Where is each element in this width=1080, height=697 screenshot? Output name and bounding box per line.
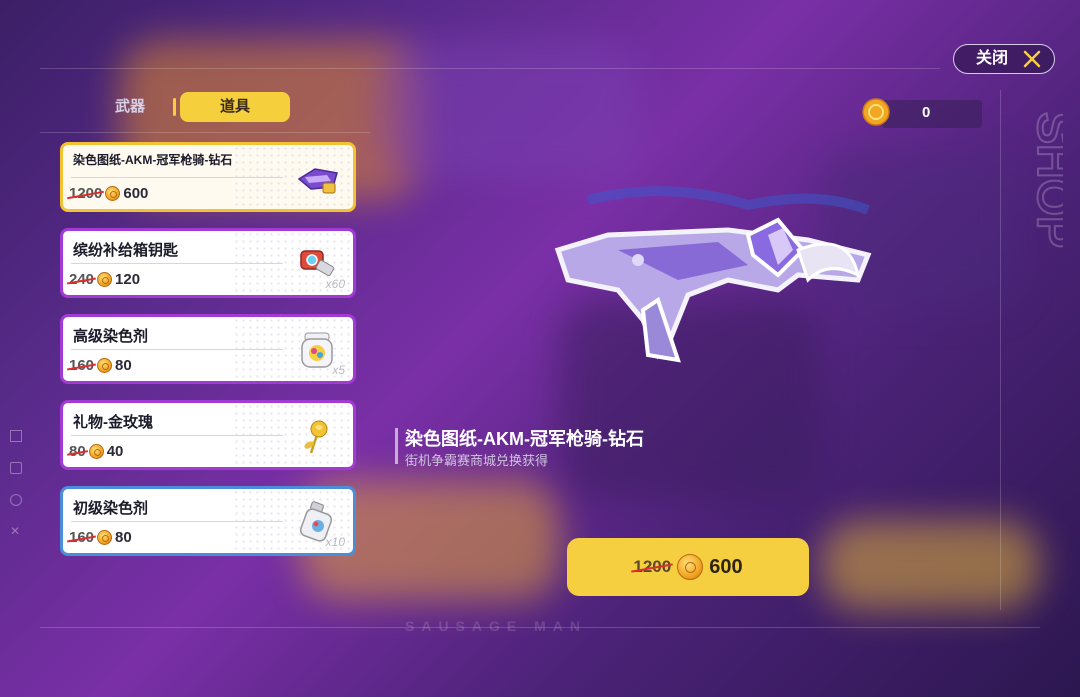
item-quantity: x10 bbox=[325, 535, 345, 549]
coin-icon bbox=[97, 272, 113, 287]
sale-price: 40 bbox=[106, 443, 124, 460]
coin-icon bbox=[88, 444, 104, 459]
buy-price: 600 bbox=[709, 555, 743, 578]
background-blob bbox=[820, 520, 1040, 610]
circle-icon bbox=[10, 494, 22, 506]
background-blob bbox=[380, 40, 640, 180]
close-icon bbox=[1023, 50, 1041, 68]
item-quantity: x60 bbox=[325, 277, 345, 291]
square-icon bbox=[10, 430, 22, 442]
list-item[interactable]: 高级染色剂 160 80 x5 bbox=[60, 314, 356, 384]
tab-items[interactable]: 道具 bbox=[180, 92, 290, 122]
side-icons: ✕ bbox=[10, 430, 24, 556]
buy-original-price: 1200 bbox=[633, 557, 672, 576]
currency-display: 0 bbox=[862, 98, 982, 128]
item-name: 初级染色剂 bbox=[73, 500, 149, 517]
currency-amount: 0 bbox=[922, 104, 931, 121]
list-item[interactable]: 礼物-金玫瑰 80 40 bbox=[60, 400, 356, 470]
footer-watermark: SAUSAGE MAN bbox=[405, 618, 588, 634]
frame-top-line bbox=[40, 68, 940, 69]
item-list: 染色图纸-AKM-冠军枪骑-钻石 1200 600 缤纷补给箱钥匙 240 12… bbox=[60, 142, 356, 572]
category-tabs: 武器 道具 bbox=[60, 92, 350, 124]
item-name: 礼物-金玫瑰 bbox=[73, 414, 153, 431]
sale-price: 80 bbox=[115, 357, 132, 374]
list-item[interactable]: 初级染色剂 160 80 x10 bbox=[60, 486, 356, 556]
frame-left-line bbox=[40, 132, 370, 133]
original-price: 80 bbox=[69, 443, 86, 460]
weapon-blueprint-icon bbox=[297, 168, 338, 194]
divider bbox=[71, 177, 283, 178]
item-name: 缤纷补给箱钥匙 bbox=[73, 242, 179, 259]
tab-weapons[interactable]: 武器 bbox=[80, 92, 180, 122]
list-item[interactable]: 染色图纸-AKM-冠军枪骑-钻石 1200 600 bbox=[60, 142, 356, 212]
item-name: 染色图纸-AKM-冠军枪骑-钻石 bbox=[73, 153, 233, 167]
divider bbox=[71, 263, 283, 264]
original-price: 1200 bbox=[69, 185, 103, 202]
weapon-preview-image bbox=[554, 186, 872, 363]
original-price: 160 bbox=[69, 357, 95, 374]
tab-separator bbox=[173, 98, 176, 116]
original-price: 160 bbox=[69, 529, 95, 546]
sale-price: 80 bbox=[115, 529, 132, 546]
price-row: 1200 600 bbox=[69, 185, 148, 202]
cross-icon: ✕ bbox=[10, 524, 21, 538]
item-name: 高级染色剂 bbox=[73, 328, 149, 345]
currency-bar bbox=[882, 100, 982, 128]
shop-label: SHOP bbox=[1027, 112, 1063, 248]
price-row: 160 80 bbox=[69, 357, 132, 374]
triangle-icon bbox=[10, 462, 22, 474]
price-row: 160 80 bbox=[69, 529, 132, 546]
divider bbox=[71, 521, 283, 522]
coin-icon bbox=[862, 98, 890, 126]
divider bbox=[71, 435, 283, 436]
item-quantity: x5 bbox=[332, 363, 345, 377]
divider bbox=[71, 349, 283, 350]
coin-icon bbox=[97, 530, 113, 545]
close-label: 关闭 bbox=[976, 50, 1009, 67]
sale-price: 120 bbox=[115, 271, 141, 288]
sale-price: 600 bbox=[123, 185, 149, 202]
item-detail-title: 染色图纸-AKM-冠军枪骑-钻石 bbox=[405, 429, 644, 449]
list-item[interactable]: 缤纷补给箱钥匙 240 120 x60 bbox=[60, 228, 356, 298]
coin-icon bbox=[97, 358, 113, 373]
buy-button[interactable]: 1200 600 bbox=[567, 538, 809, 596]
item-detail-subtitle: 街机争霸赛商城兑换获得 bbox=[405, 453, 549, 468]
coin-icon bbox=[677, 554, 704, 580]
frame-right-line bbox=[1000, 90, 1001, 610]
original-price: 240 bbox=[69, 271, 95, 288]
coin-icon bbox=[105, 186, 121, 201]
price-row: 80 40 bbox=[69, 443, 123, 460]
gold-rose-icon bbox=[304, 420, 328, 454]
price-row: 240 120 bbox=[69, 271, 140, 288]
detail-accent-bar bbox=[395, 428, 398, 464]
close-button[interactable]: 关闭 bbox=[953, 44, 1055, 74]
shop-watermark: SHOP bbox=[1026, 111, 1063, 249]
